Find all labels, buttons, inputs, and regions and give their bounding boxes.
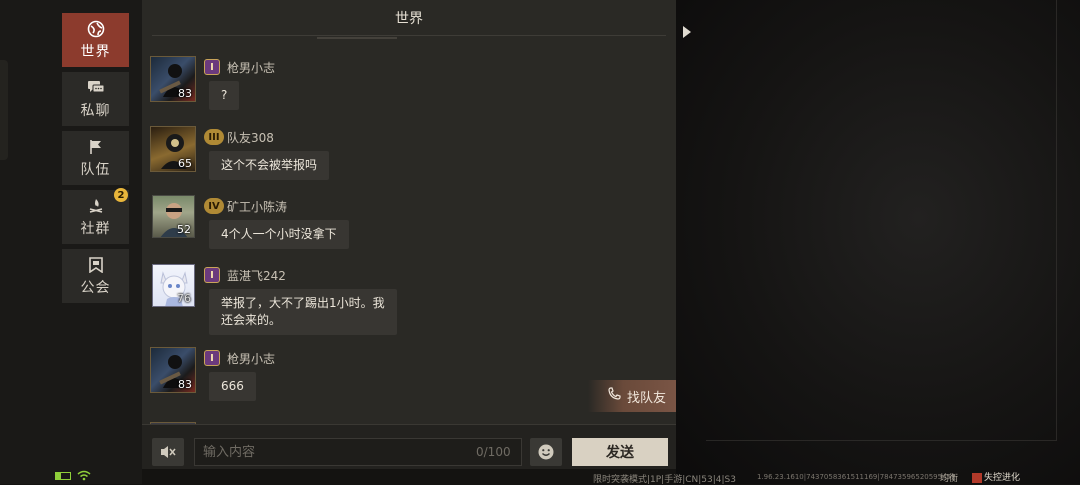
username[interactable]: 枪男小志 [227,59,275,76]
avatar[interactable]: 65 [150,126,196,172]
emoji-button[interactable] [530,438,562,466]
message-line: 举报了，大不了踢出1小时。我 [221,296,385,310]
channel-nav: 世界 私聊 队伍 2 社群 公会 [62,13,129,308]
avatar[interactable]: 83 [150,347,196,393]
char-counter: 0/100 [476,445,511,459]
tab-team-label: 队伍 [80,161,111,178]
send-button[interactable]: 发送 [572,438,668,466]
avatar-level: 65 [178,157,192,170]
phone-icon [607,387,621,405]
username[interactable]: 枪男小志 [227,350,275,367]
tab-guild-label: 公会 [80,279,111,296]
title-divider-accent [317,37,397,39]
banner-icon [87,256,105,274]
rank-icon: I [204,350,220,366]
avatar-level: 83 [178,87,192,100]
message-bubble: 举报了，大不了踢出1小时。我 还会来的。 [209,289,397,335]
message-bubble: 4个人一个小时没拿下 [209,220,349,249]
game-logo: 失控进化 [972,470,1020,483]
wifi-icon [77,470,91,481]
avatar-level: 52 [177,223,191,236]
status-bar: 限时突袭模式|1P|手游|CN|53|4|S3 1.96.23.1610|743… [0,468,1080,485]
community-badge: 2 [114,188,128,202]
tab-world[interactable]: 世界 [62,13,129,67]
version-info: 1.96.23.1610|7437058361511169|7847359652… [757,473,956,481]
chat-bubble-icon [87,79,105,97]
mode-info: 限时突袭模式|1P|手游|CN|53|4|S3 [593,475,736,485]
tab-team[interactable]: 队伍 [62,131,129,185]
voice-toggle-button[interactable] [152,438,184,466]
channel-title: 世界 [395,11,423,27]
message-line: 还会来的。 [221,313,282,327]
username[interactable]: 队友308 [227,129,274,146]
flag-icon [87,138,105,156]
message-bubble: 666 [209,372,256,401]
username[interactable]: 矿工小陈涛 [227,198,287,215]
avatar[interactable]: 83 [150,56,196,102]
rank-icon: IV [204,198,224,214]
campfire-icon [87,197,105,215]
find-team-label: 找队友 [626,390,666,406]
tab-community[interactable]: 2 社群 [62,188,129,244]
game-background [676,0,1080,484]
message-input[interactable] [194,438,522,466]
tab-community-label: 社群 [80,220,111,237]
message-bubble: ? [209,81,240,110]
username[interactable]: 蓝湛飞242 [227,267,286,284]
globe-icon [87,20,105,38]
tab-private-label: 私聊 [80,102,111,119]
game-logo-text: 失控进化 [984,473,1021,483]
title-divider [152,35,666,36]
rank-icon: I [204,59,220,75]
smiley-icon [538,444,554,460]
tab-guild[interactable]: 公会 [62,249,129,303]
battery-icon [55,472,71,480]
game-logo-icon [972,472,982,483]
collapse-arrow-icon[interactable] [683,26,691,38]
avatar-level: 83 [178,378,192,391]
edge-handle[interactable] [0,60,8,160]
rank-icon: I [204,267,220,283]
avatar-level: 76 [177,292,191,305]
avatar[interactable]: 76 [152,264,195,307]
rank-icon: III [204,129,224,145]
tab-private[interactable]: 私聊 [62,72,129,126]
tab-world-label: 世界 [80,43,111,60]
find-team-button[interactable]: 找队友 [588,380,676,412]
avatar[interactable]: 52 [152,195,195,238]
message-bubble: 这个不会被举报吗 [209,151,330,180]
voice-off-icon [161,446,176,458]
balance-tag: 均衡 [940,474,959,484]
message-list[interactable]: 83 I 枪男小志 ? 65 III 队友308 这个不会被举报吗 52 IV … [150,48,670,424]
